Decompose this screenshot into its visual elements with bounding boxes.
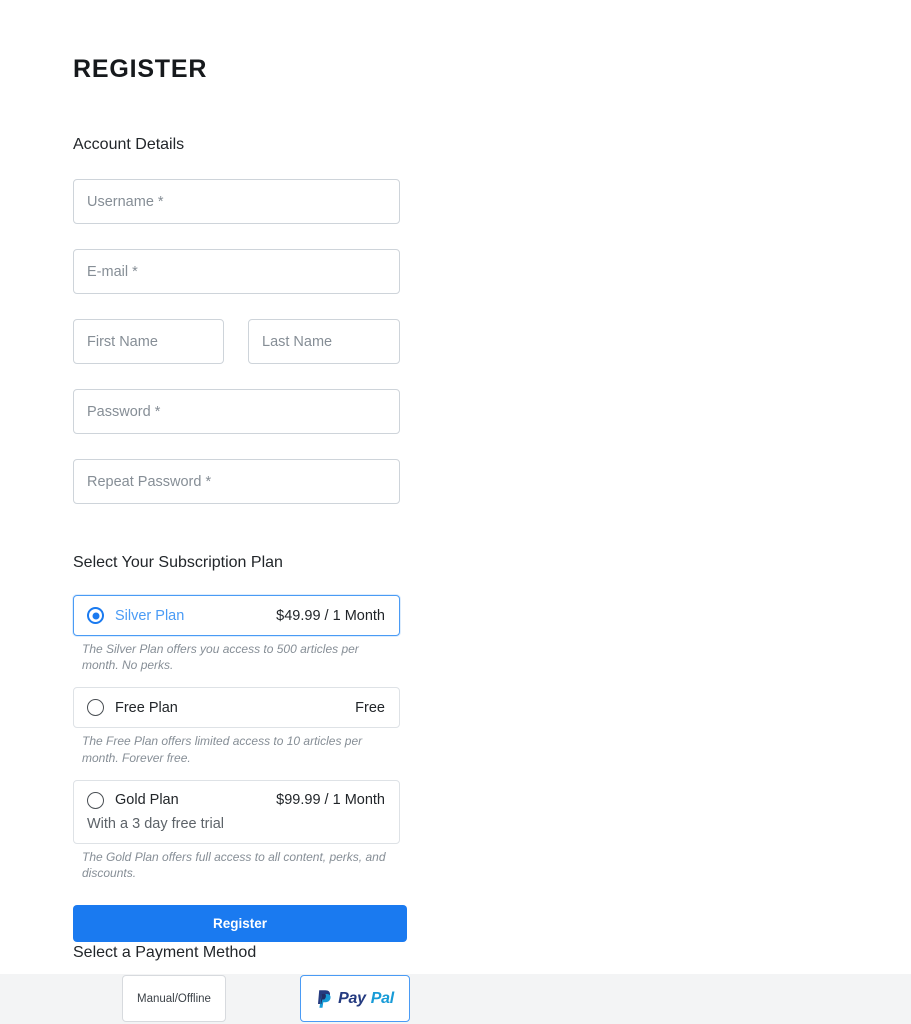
register-page: REGISTER Account Details Select Your Sub… — [0, 0, 911, 1024]
payment-option-manual[interactable]: Manual/Offline — [122, 975, 226, 1022]
plan-trial-note-gold: With a 3 day free trial — [87, 815, 224, 832]
plan-option-gold[interactable]: Gold Plan $99.99 / 1 Month With a 3 day … — [73, 779, 400, 844]
password-input[interactable] — [73, 389, 400, 434]
register-button[interactable]: Register — [73, 905, 407, 942]
last-name-input[interactable] — [248, 319, 400, 364]
plan-block-gold: Gold Plan $99.99 / 1 Month With a 3 day … — [73, 779, 400, 881]
paypal-logo: Pay Pal — [316, 989, 394, 1009]
page-title: REGISTER — [73, 55, 208, 83]
paypal-logo-pay-text: Pay — [338, 989, 366, 1007]
paypal-logo-pal-text: Pal — [370, 989, 394, 1007]
plan-price-silver: $49.99 / 1 Month — [276, 607, 385, 624]
radio-icon-silver[interactable] — [87, 607, 104, 624]
plan-list: Silver Plan $49.99 / 1 Month The Silver … — [73, 595, 400, 881]
radio-icon-free[interactable] — [87, 699, 104, 717]
plan-price-free: Free — [355, 699, 385, 716]
repeat-password-input[interactable] — [73, 459, 400, 504]
email-input[interactable] — [73, 249, 400, 294]
username-input[interactable] — [73, 179, 400, 224]
plan-price-gold: $99.99 / 1 Month — [276, 792, 385, 809]
plan-option-free[interactable]: Free Plan Free — [73, 687, 400, 729]
paypal-monogram-icon — [318, 989, 331, 1008]
payment-option-manual-label: Manual/Offline — [137, 992, 211, 1005]
first-name-input[interactable] — [73, 319, 224, 364]
plan-option-silver[interactable]: Silver Plan $49.99 / 1 Month — [73, 595, 400, 636]
plan-description-silver: The Silver Plan offers you access to 500… — [82, 642, 359, 673]
account-details-heading: Account Details — [73, 136, 185, 153]
payment-method-heading: Select a Payment Method — [73, 944, 257, 961]
payment-option-paypal[interactable]: Pay Pal — [300, 975, 410, 1022]
plan-name-free: Free Plan — [115, 699, 178, 716]
plan-block-silver: Silver Plan $49.99 / 1 Month The Silver … — [73, 595, 400, 673]
plan-description-gold: The Gold Plan offers full access to all … — [82, 849, 386, 880]
radio-icon-gold[interactable] — [87, 791, 104, 809]
subscription-plan-heading: Select Your Subscription Plan — [73, 554, 283, 571]
plan-name-gold: Gold Plan — [115, 792, 179, 809]
plan-name-silver: Silver Plan — [115, 607, 185, 624]
plan-description-free: The Free Plan offers limited access to 1… — [82, 734, 363, 765]
plan-block-free: Free Plan Free The Free Plan offers limi… — [73, 687, 400, 765]
